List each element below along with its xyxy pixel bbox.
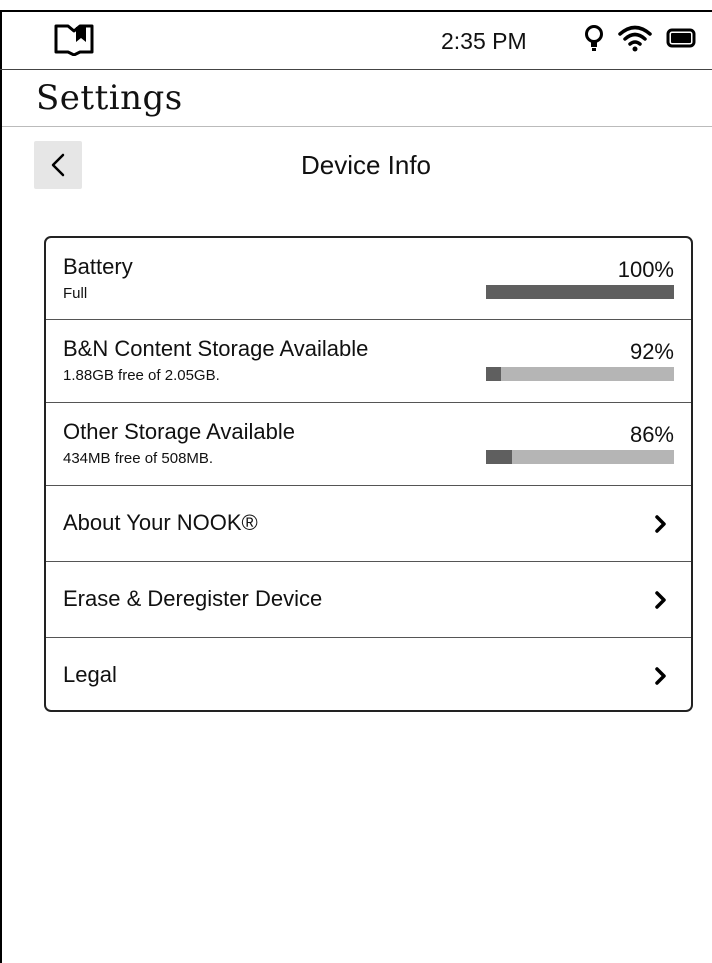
chevron-right-icon xyxy=(653,665,669,687)
bn-storage-row[interactable]: B&N Content Storage Available 1.88GB fre… xyxy=(46,320,691,403)
legal-row[interactable]: Legal xyxy=(46,638,691,710)
legal-label: Legal xyxy=(63,662,117,687)
bn-storage-bar xyxy=(486,367,674,381)
battery-level-fill xyxy=(486,285,674,299)
lightbulb-icon[interactable] xyxy=(584,24,604,57)
bn-storage-detail: 1.88GB free of 2.05GB. xyxy=(63,367,220,384)
wifi-icon[interactable] xyxy=(618,24,652,57)
bn-storage-percent: 92% xyxy=(629,339,674,364)
erase-deregister-row[interactable]: Erase & Deregister Device xyxy=(46,562,691,638)
other-storage-detail: 434MB free of 508MB. xyxy=(63,450,214,467)
about-nook-row[interactable]: About Your NOOK® xyxy=(46,486,691,562)
bn-storage-used-fill xyxy=(486,367,502,381)
bn-storage-label: B&N Content Storage Available xyxy=(63,336,369,361)
other-storage-label: Other Storage Available xyxy=(63,419,295,444)
clock-time: 2:35 PM xyxy=(441,28,527,54)
battery-level-bar xyxy=(486,285,674,299)
other-storage-used-fill xyxy=(486,450,513,464)
battery-icon[interactable] xyxy=(666,28,698,53)
screen-heading: Device Info xyxy=(300,150,432,180)
status-icons xyxy=(584,24,712,56)
about-nook-label: About Your NOOK® xyxy=(63,510,258,535)
other-storage-percent: 86% xyxy=(629,422,674,447)
battery-percent: 100% xyxy=(617,257,674,282)
battery-row[interactable]: Battery Full 100% xyxy=(46,238,691,320)
chevron-right-icon xyxy=(653,589,669,611)
other-storage-bar xyxy=(486,450,674,464)
battery-label: Battery xyxy=(63,254,133,279)
header-divider xyxy=(2,126,712,127)
status-bar: 2:35 PM xyxy=(0,10,712,70)
chevron-right-icon xyxy=(653,513,669,535)
other-storage-row[interactable]: Other Storage Available 434MB free of 50… xyxy=(46,403,691,486)
home-book-icon[interactable] xyxy=(54,22,94,57)
battery-status: Full xyxy=(63,285,88,302)
erase-deregister-label: Erase & Deregister Device xyxy=(63,586,323,611)
page-title: Settings xyxy=(36,78,183,118)
device-info-list: Battery Full 100% B&N Content Storage Av… xyxy=(44,236,693,712)
